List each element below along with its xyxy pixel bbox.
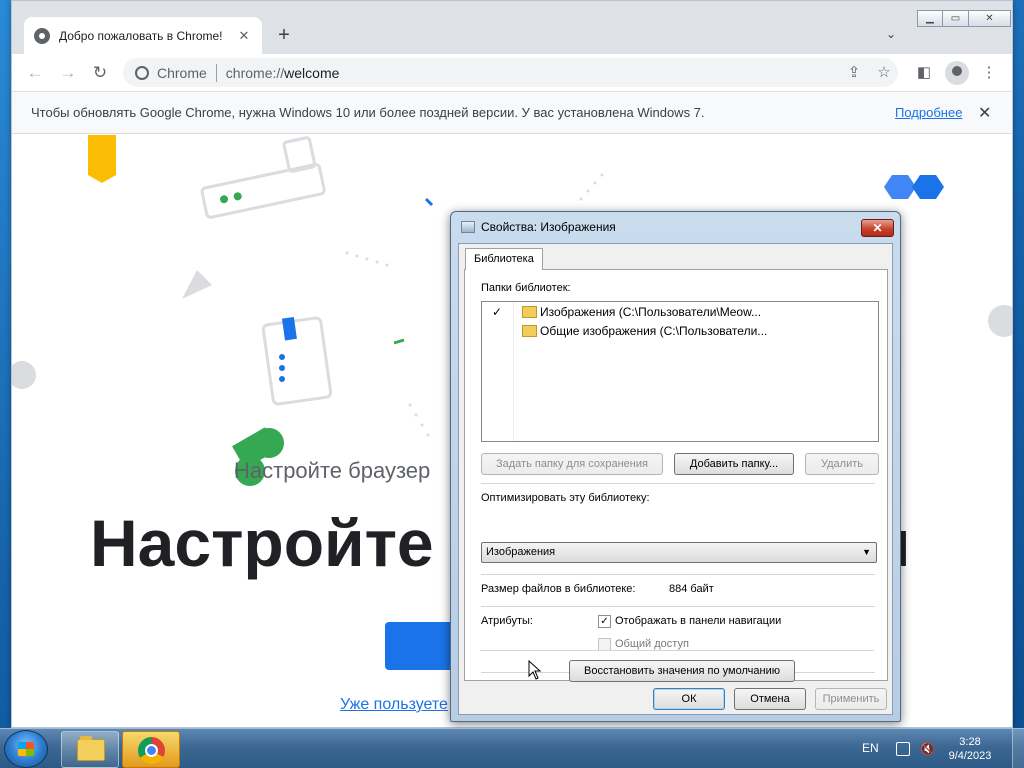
dialog-close-button[interactable]: ✕ [861, 219, 894, 237]
optimize-label: Оптимизировать эту библиотеку: [481, 492, 650, 504]
document-card-shape [261, 316, 333, 406]
dropdown-arrow-icon: ▼ [862, 547, 871, 557]
apply-button[interactable]: Применить [815, 688, 887, 710]
folder-icon [522, 306, 537, 318]
show-desktop-button[interactable] [1012, 729, 1024, 768]
divider [480, 650, 874, 651]
url-text: chrome://welcome [226, 65, 340, 81]
list-item[interactable]: ✓ Изображения (C:\Пользователи\Meow... [482, 303, 878, 321]
url-prefix: chrome:// [225, 64, 285, 81]
tab-library[interactable]: Библиотека [465, 248, 543, 270]
library-icon [461, 221, 475, 233]
welcome-subtitle: Настройте браузер [234, 458, 431, 483]
minimize-button[interactable]: ▁ [917, 10, 943, 27]
share-icon[interactable]: ⇪ [844, 63, 864, 81]
window-controls: ▁ ▭ ✕ [917, 10, 1011, 27]
divider [481, 483, 875, 484]
gray-triangle-shape [182, 270, 212, 299]
tab-welcome[interactable]: Добро пожаловать в Chrome! ✕ [24, 17, 262, 54]
dialog-title: Свойства: Изображения [481, 220, 616, 234]
menu-kebab-icon[interactable]: ⋮ [979, 63, 999, 81]
omnibox-chip: Chrome [157, 64, 207, 81]
already-user-link[interactable]: Уже пользуете [340, 696, 448, 714]
optimize-select[interactable]: Изображения ▼ [481, 542, 877, 563]
maximize-button[interactable]: ▭ [943, 10, 969, 27]
tab-title: Добро пожаловать в Chrome! [59, 28, 223, 43]
address-bar[interactable]: Chrome chrome://welcome [123, 58, 898, 87]
taskbar-explorer-button[interactable] [61, 731, 119, 768]
explorer-folder-icon [77, 736, 105, 761]
optimize-select-value: Изображения [486, 546, 556, 558]
folder-path: Изображения (C:\Пользователи\Meow... [540, 305, 762, 319]
gray-pill-shape [988, 305, 1012, 337]
list-item[interactable]: Общие изображения (C:\Пользователи... [482, 322, 878, 340]
clock-time: 3:28 [959, 736, 981, 748]
reload-icon[interactable]: ↻ [89, 62, 111, 84]
folders-label: Папки библиотек: [481, 282, 571, 294]
gray-circle-shape [12, 361, 36, 389]
back-arrow-icon[interactable]: ← [24, 62, 46, 84]
dialog-body: Библиотека Папки библиотек: ✓ Изображени… [458, 243, 893, 715]
attributes-label: Атрибуты: [481, 615, 533, 627]
shared-label: Общий доступ [615, 638, 689, 650]
dialog-titlebar: Свойства: Изображения [461, 220, 616, 234]
chrome-favicon-icon [34, 27, 50, 44]
language-indicator[interactable]: EN [862, 741, 879, 755]
network-icon[interactable] [896, 742, 910, 756]
tab-search-chevron-icon[interactable]: ⌄ [886, 27, 896, 41]
green-dash-shape [393, 338, 405, 345]
windows-logo-icon [18, 742, 34, 756]
forward-arrow-icon[interactable]: → [57, 62, 79, 84]
add-folder-button[interactable]: Добавить папку... [674, 453, 794, 475]
side-panel-icon[interactable]: ◧ [914, 63, 934, 81]
clock-date: 9/4/2023 [948, 750, 992, 762]
size-label: Размер файлов в библиотеке: [481, 583, 636, 595]
default-save-check-icon: ✓ [492, 305, 503, 319]
chrome-toolbar: ← → ↻ Chrome chrome://welcome ⇪ ☆ ◧ ⋮ [12, 54, 1012, 91]
new-tab-button[interactable]: + [274, 25, 294, 45]
divider [481, 574, 875, 575]
bookmark-star-icon[interactable]: ☆ [874, 63, 894, 81]
library-properties-dialog: Свойства: Изображения ✕ Библиотека Папки… [450, 211, 901, 722]
size-value: 884 байт [669, 583, 714, 595]
yellow-hexagon-shape [88, 135, 116, 183]
show-in-nav-label: Отображать в панели навигации [615, 615, 782, 627]
remove-folder-button[interactable]: Удалить [805, 453, 879, 475]
profile-avatar-icon[interactable] [945, 61, 969, 85]
start-button[interactable] [4, 730, 48, 768]
library-tab-pane: Папки библиотек: ✓ Изображения (C:\Польз… [464, 269, 888, 681]
device-outline-shape [200, 136, 326, 219]
blue-dash-shape [424, 197, 434, 207]
tab-strip: Добро пожаловать в Chrome! ✕ + ⌄ ▁ ▭ ✕ [12, 1, 1012, 54]
show-in-nav-checkbox[interactable]: ✓ [598, 615, 611, 628]
infobar-learn-more-link[interactable]: Подробнее [895, 105, 962, 120]
infobar-message: Чтобы обновлять Google Chrome, нужна Win… [31, 105, 705, 120]
window-close-button[interactable]: ✕ [969, 10, 1011, 27]
url-host: welcome [284, 64, 340, 81]
infobar-close-icon[interactable]: ✕ [978, 103, 991, 123]
mouse-cursor-icon [528, 660, 542, 680]
divider [481, 606, 875, 607]
set-save-location-button[interactable]: Задать папку для сохранения [481, 453, 663, 475]
chrome-icon [138, 737, 165, 764]
folder-icon [522, 325, 537, 337]
welcome-title-left: Настройте С [90, 506, 500, 580]
update-infobar: Чтобы обновлять Google Chrome, нужна Win… [12, 91, 1012, 134]
folder-path: Общие изображения (C:\Пользователи... [540, 324, 768, 338]
library-folders-list: ✓ Изображения (C:\Пользователи\Meow... О… [481, 301, 879, 442]
volume-muted-icon[interactable]: 🔇 [920, 742, 935, 756]
restore-defaults-button[interactable]: Восстановить значения по умолчанию [569, 660, 795, 682]
taskbar-chrome-button[interactable] [122, 731, 180, 768]
omnibox-separator [215, 63, 217, 82]
tab-close-icon[interactable]: ✕ [236, 28, 252, 44]
chrome-logo-icon [135, 65, 149, 80]
ok-button[interactable]: ОК [653, 688, 725, 710]
system-clock[interactable]: 3:28 9/4/2023 [940, 735, 1000, 763]
taskbar: EN 🔇 3:28 9/4/2023 [0, 728, 1024, 768]
cancel-button[interactable]: Отмена [734, 688, 806, 710]
blue-hexagons-shape [884, 175, 944, 199]
